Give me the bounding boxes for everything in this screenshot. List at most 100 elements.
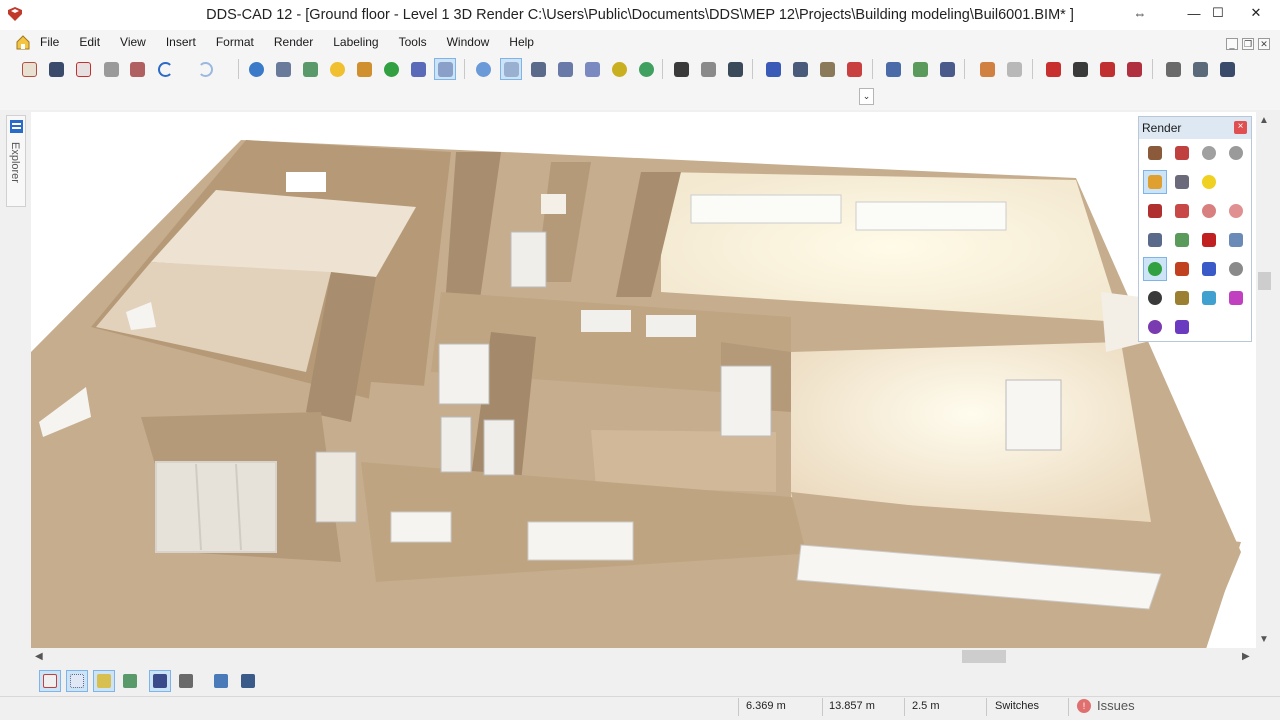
scroll-down-icon[interactable]: ▼ (1259, 634, 1269, 645)
mirror-icon[interactable] (149, 670, 171, 692)
render-box-red-icon[interactable] (1143, 199, 1167, 223)
refresh-green-icon[interactable] (380, 58, 402, 80)
menu-edit[interactable]: Edit (79, 33, 100, 51)
render-panel-close-button[interactable]: × (1234, 121, 1247, 134)
close-file-icon[interactable] (72, 58, 94, 80)
render-delete-icon[interactable] (1197, 228, 1221, 252)
render-figure-icon[interactable] (1170, 257, 1194, 281)
grid-dots-icon[interactable] (66, 670, 88, 692)
view-frame-icon[interactable] (210, 670, 232, 692)
render-cylinder-icon[interactable] (1224, 257, 1248, 281)
export-icon[interactable] (1216, 58, 1238, 80)
pin-icon[interactable] (843, 58, 865, 80)
vertical-scrollbar[interactable] (1256, 112, 1273, 649)
redo-icon[interactable] (194, 58, 216, 80)
scroll-left-icon[interactable]: ◀ (35, 651, 43, 662)
scroll-right-icon[interactable]: ▶ (1242, 651, 1250, 662)
menu-file[interactable]: File (40, 33, 59, 51)
zoom-window-icon[interactable] (500, 58, 522, 80)
eye-yellow-icon[interactable] (608, 58, 630, 80)
menu-window[interactable]: Window (447, 33, 490, 51)
render-purple-box-icon[interactable] (1170, 315, 1194, 339)
snap-cursor-icon[interactable] (39, 670, 61, 692)
render-eye-icon[interactable] (1143, 286, 1167, 310)
layer-visibility-icon[interactable] (119, 670, 141, 692)
render-view-icon[interactable] (434, 58, 456, 80)
person-icon[interactable] (1096, 58, 1118, 80)
render-camera-icon[interactable] (1170, 170, 1194, 194)
report-icon[interactable] (1189, 58, 1211, 80)
sun-icon[interactable] (326, 58, 348, 80)
command-input[interactable] (16, 88, 874, 106)
render-cut-icon[interactable] (1143, 228, 1167, 252)
render-texture-icon[interactable] (1197, 199, 1221, 223)
menu-view[interactable]: View (120, 33, 146, 51)
render-cube-icon[interactable] (1143, 141, 1167, 165)
zoom-icon[interactable] (472, 58, 494, 80)
object-library-icon[interactable] (976, 58, 998, 80)
render-package-icon[interactable] (1170, 286, 1194, 310)
render-light-gray-icon[interactable] (1197, 141, 1221, 165)
globe-icon[interactable] (299, 58, 321, 80)
list-icon[interactable] (1162, 58, 1184, 80)
building-icon[interactable] (882, 58, 904, 80)
save-icon[interactable] (45, 58, 67, 80)
shading-icon[interactable] (353, 58, 375, 80)
horizontal-scroll-thumb[interactable] (962, 650, 1006, 663)
building-model-render[interactable] (31, 112, 1256, 649)
ortho-mode-icon[interactable] (93, 670, 115, 692)
document-home-icon[interactable] (14, 33, 32, 51)
render-purple-sphere-icon[interactable] (1143, 315, 1167, 339)
catalog-icon[interactable] (1003, 58, 1025, 80)
render-cancel-icon[interactable] (1170, 141, 1194, 165)
level-icon[interactable] (936, 58, 958, 80)
filter-icon[interactable] (554, 58, 576, 80)
render-palette-icon[interactable] (1197, 286, 1221, 310)
grid-snap-icon[interactable] (670, 58, 692, 80)
render-plane-icon[interactable] (1197, 257, 1221, 281)
view-close-icon[interactable] (237, 670, 259, 692)
mdi-minimize-button[interactable]: _ (1226, 38, 1238, 50)
print-preview-icon[interactable] (100, 58, 122, 80)
vertical-scroll-thumb[interactable] (1258, 272, 1271, 290)
render-refresh-icon[interactable] (1143, 257, 1167, 281)
menu-labeling[interactable]: Labeling (333, 33, 378, 51)
render-box-red-alt-icon[interactable] (1170, 199, 1194, 223)
measure-icon[interactable] (762, 58, 784, 80)
coordinate-axes-icon[interactable] (175, 670, 197, 692)
issues-button[interactable]: Issues (1097, 698, 1135, 713)
menu-help[interactable]: Help (509, 33, 534, 51)
mdi-restore-button[interactable]: ❐ (1242, 38, 1254, 50)
new-file-icon[interactable] (18, 58, 40, 80)
sphere-view-icon[interactable] (245, 58, 267, 80)
menu-format[interactable]: Format (216, 33, 254, 51)
render-color-grid-icon[interactable] (1224, 286, 1248, 310)
camera-icon[interactable] (407, 58, 429, 80)
layers-icon[interactable] (272, 58, 294, 80)
render-box-blue-icon[interactable] (1224, 228, 1248, 252)
render-sun-icon[interactable] (1197, 170, 1221, 194)
floor-plan-icon[interactable] (909, 58, 931, 80)
3d-render-viewport[interactable] (31, 112, 1256, 649)
render-cut-green-icon[interactable] (1170, 228, 1194, 252)
properties-icon[interactable] (816, 58, 838, 80)
move-window-button[interactable]: ⇔ (1120, 0, 1160, 26)
ortho-icon[interactable] (697, 58, 719, 80)
tools-icon[interactable] (1123, 58, 1145, 80)
command-dropdown-button[interactable]: ⌄ (859, 88, 874, 105)
mdi-close-button[interactable]: ✕ (1258, 38, 1270, 50)
horizontal-scrollbar[interactable] (31, 648, 1256, 665)
menu-render[interactable]: Render (274, 33, 313, 51)
snap-points-icon[interactable] (724, 58, 746, 80)
menu-insert[interactable]: Insert (166, 33, 196, 51)
eye-green-icon[interactable] (635, 58, 657, 80)
zoom-extents-icon[interactable] (527, 58, 549, 80)
issues-icon[interactable]: ! (1077, 699, 1091, 713)
pipe-red-icon[interactable] (1042, 58, 1064, 80)
maximize-window-button[interactable]: ☐ (1198, 0, 1238, 26)
menu-tools[interactable]: Tools (399, 33, 427, 51)
undo-icon[interactable] (154, 58, 176, 80)
scroll-up-icon[interactable]: ▲ (1259, 115, 1269, 126)
render-material-icon[interactable] (1143, 170, 1167, 194)
dimension-icon[interactable] (789, 58, 811, 80)
